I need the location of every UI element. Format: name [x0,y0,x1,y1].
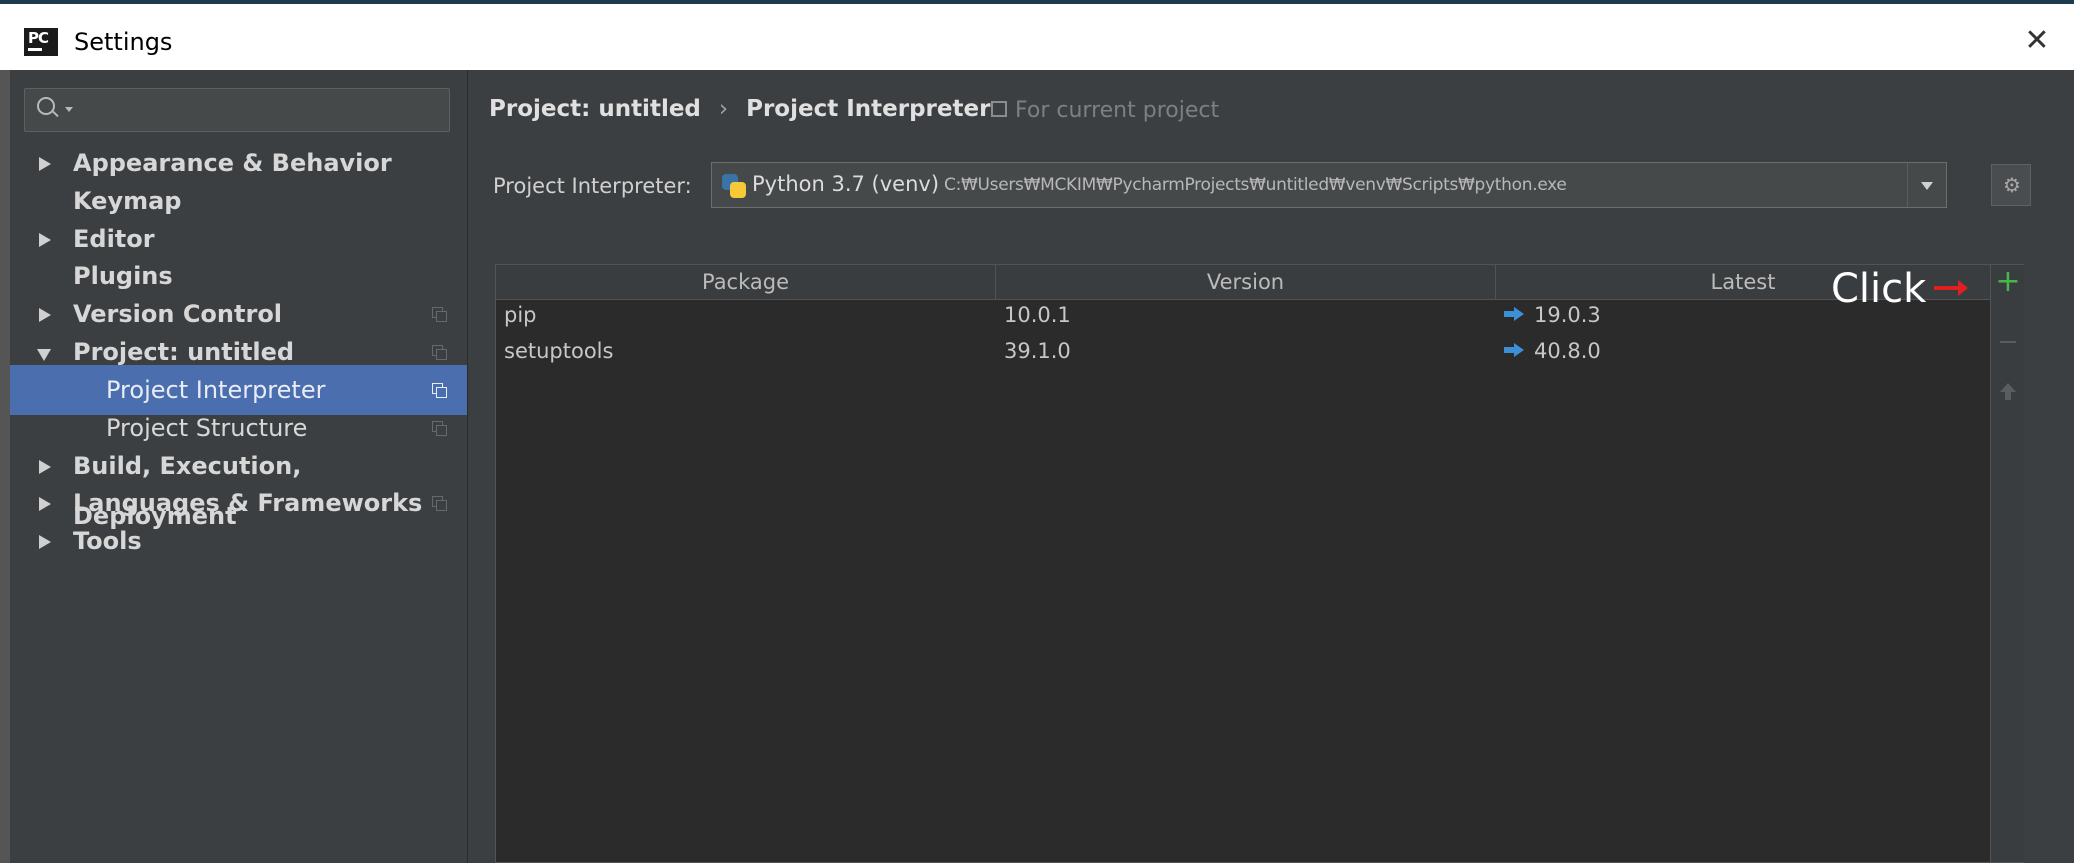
settings-content-panel: Project: untitled › Project Interpreter Fo… [469,70,2074,863]
upgrade-package-button[interactable] [2000,383,2016,401]
package-latest: 40.8.0 [1504,339,1601,363]
project-scope-icon [432,496,447,511]
search-history-dropdown-icon[interactable] [65,107,73,112]
pycharm-logo-icon: PC [24,28,58,56]
package-version: 39.1.0 [1004,339,1071,363]
table-row[interactable]: setuptools 39.1.0 40.8.0 [496,335,1986,373]
sidebar-item-tools[interactable]: Tools [10,516,467,566]
expand-arrow-icon[interactable] [39,233,51,247]
python-icon [722,174,746,198]
package-latest-version: 19.0.3 [1534,303,1601,327]
window-left-edge [0,70,10,863]
interpreter-settings-button[interactable]: ⚙ [1991,164,2031,206]
breadcrumb-separator: › [718,96,729,122]
interpreter-label: Project Interpreter: [493,174,692,198]
scope-note: For current project [991,98,1219,123]
upgrade-arrow-icon [1504,307,1524,321]
expand-arrow-icon[interactable] [39,157,51,171]
search-input[interactable] [81,95,445,127]
close-icon[interactable]: ✕ [2022,26,2052,56]
remove-package-button[interactable] [2000,341,2016,343]
annotation-click-label: Click [1831,266,1927,312]
settings-sidebar: Appearance & Behavior Keymap Editor Plug… [10,70,468,863]
search-field[interactable] [24,88,450,132]
project-scope-icon [432,345,447,360]
package-latest-version: 40.8.0 [1534,339,1601,363]
chevron-down-icon[interactable] [1907,163,1946,207]
window-title: Settings [74,28,173,56]
breadcrumb-parent[interactable]: Project: untitled [489,96,701,122]
title-bar: PC Settings ✕ [0,0,2074,70]
gear-icon: ⚙ [2003,173,2021,197]
interpreter-path: C:₩Users₩MCKIM₩PycharmProjects₩untitled₩… [944,175,1567,195]
collapse-arrow-icon[interactable] [37,349,51,361]
expand-arrow-icon[interactable] [39,308,51,322]
breadcrumb-current: Project Interpreter [746,96,991,122]
project-scope-icon [991,101,1007,117]
breadcrumb: Project: untitled › Project Interpreter [489,96,990,122]
project-scope-icon [432,383,447,398]
expand-arrow-icon[interactable] [39,460,51,474]
sidebar-item-label: Tools [73,527,142,555]
package-toolbar: + [1990,265,2024,862]
search-icon [37,97,55,115]
package-version: 10.0.1 [1004,303,1071,327]
package-name: setuptools [504,339,614,363]
interpreter-name: Python 3.7 (venv) [752,172,940,196]
interpreter-select[interactable]: Python 3.7 (venv) C:₩Users₩MCKIM₩Pycharm… [711,162,1947,208]
packages-table: Package Version Latest pip 10.0.1 19.0.3… [495,264,2024,863]
add-package-button[interactable]: + [1995,267,2021,297]
expand-arrow-icon[interactable] [39,535,51,549]
upgrade-arrow-icon [1504,343,1524,357]
table-header: Package Version Latest [496,265,2023,300]
annotation-arrow-icon [1934,280,1968,296]
table-row[interactable]: pip 10.0.1 19.0.3 [496,299,1986,337]
project-scope-icon [432,421,447,436]
scope-note-text: For current project [1015,98,1220,123]
column-header-package[interactable]: Package [496,265,996,299]
column-header-version[interactable]: Version [996,265,1496,299]
package-latest: 19.0.3 [1504,303,1601,327]
project-scope-icon [432,307,447,322]
package-name: pip [504,303,537,327]
expand-arrow-icon[interactable] [39,497,51,511]
